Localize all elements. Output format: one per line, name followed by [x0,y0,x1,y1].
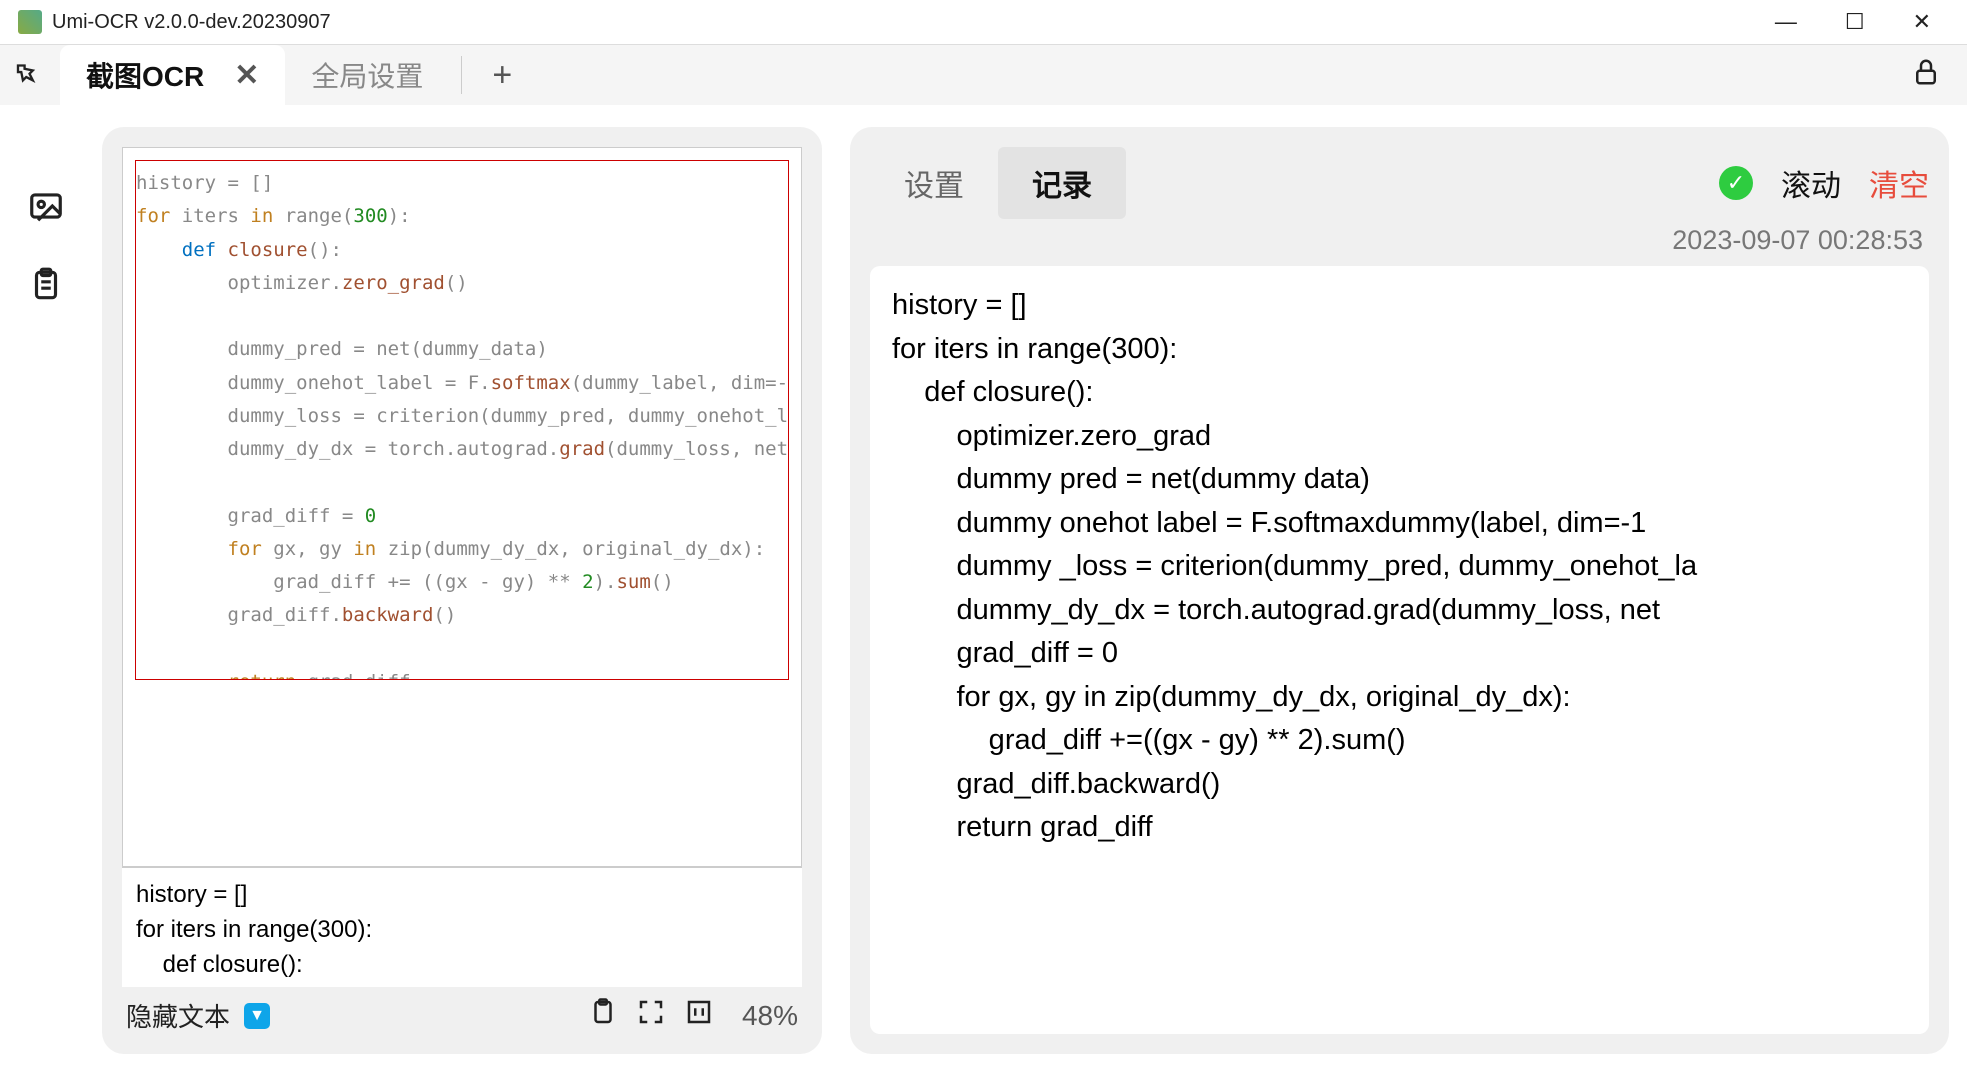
minimize-button[interactable]: — [1775,9,1797,35]
timestamp: 2023-09-07 00:28:53 [870,219,1929,266]
pin-icon[interactable] [6,53,49,96]
maximize-button[interactable]: ☐ [1845,9,1865,35]
left-footer: 隐藏文本 ▼ 48% [122,987,802,1034]
tab-global-settings[interactable]: 全局设置 [285,45,449,105]
hide-text-label[interactable]: 隐藏文本 [126,997,230,1034]
tab-divider [461,56,462,94]
main-area: history = []for iters in range(300): def… [0,105,1967,1076]
close-button[interactable]: ✕ [1913,9,1931,35]
fullscreen-icon[interactable] [636,997,666,1034]
tab-screenshot-ocr[interactable]: 截图OCR ✕ [60,45,285,105]
image-preview[interactable]: history = []for iters in range(300): def… [122,147,802,867]
lock-icon[interactable] [1911,57,1941,94]
tab-record[interactable]: 记录 [998,147,1126,219]
titlebar: Umi-OCR v2.0.0-dev.20230907 — ☐ ✕ [0,0,1967,45]
tabbar: 截图OCR ✕ 全局设置 + [0,45,1967,105]
copy-icon[interactable] [588,997,618,1034]
right-panel: 设置 记录 ✓ 滚动 清空 2023-09-07 00:28:53 histor… [850,127,1949,1054]
zoom-percent: 48% [742,1000,798,1032]
window-controls: — ☐ ✕ [1775,9,1949,35]
window-title: Umi-OCR v2.0.0-dev.20230907 [52,11,1775,34]
tab-label: 截图OCR [86,55,204,95]
left-panel: history = []for iters in range(300): def… [102,127,822,1054]
record-text[interactable]: history = [] for iters in range(300): de… [870,266,1929,1034]
tab-close-icon[interactable]: ✕ [234,58,259,93]
check-icon: ✓ [1719,166,1753,200]
right-header: 设置 记录 ✓ 滚动 清空 [870,147,1929,219]
tab-label: 全局设置 [311,55,423,95]
clear-button[interactable]: 清空 [1869,161,1929,205]
tab-add-button[interactable]: + [492,56,512,95]
screenshot-tool-icon[interactable] [27,187,65,230]
tab-settings[interactable]: 设置 [870,147,998,219]
clipboard-tool-icon[interactable] [27,266,65,309]
left-tool-rail [18,127,74,1054]
fit-icon[interactable] [684,997,714,1034]
scroll-label[interactable]: 滚动 [1781,161,1841,205]
captured-code-image: history = []for iters in range(300): def… [135,160,789,680]
toggle-down-icon[interactable]: ▼ [244,1003,270,1029]
app-icon [18,10,42,34]
preview-text: history = [] for iters in range(300): de… [122,867,802,987]
